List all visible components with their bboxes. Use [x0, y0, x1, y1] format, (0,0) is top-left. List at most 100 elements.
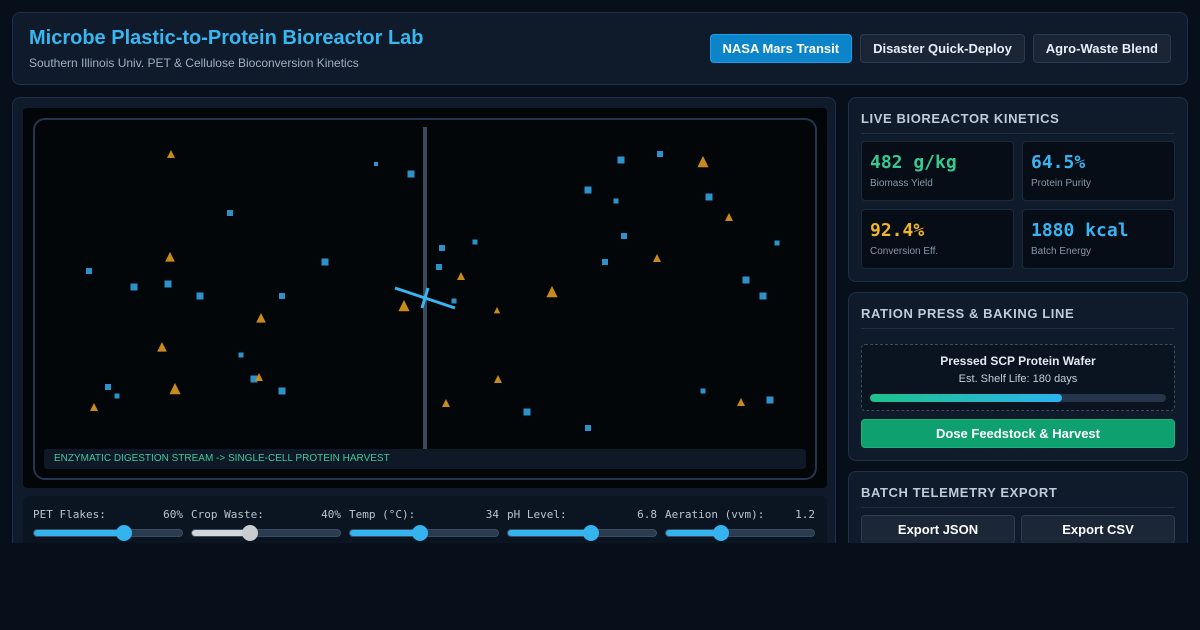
crop-waste-label: Crop Waste:	[191, 508, 264, 521]
crop-waste-slider[interactable]	[191, 525, 341, 541]
pet-particle	[278, 387, 286, 395]
crop-waste-slider-handle[interactable]	[241, 525, 258, 541]
pet-flakes-value: 60%	[163, 508, 183, 521]
pet-particle	[374, 162, 378, 166]
pet-particle	[774, 240, 780, 246]
pet-particle	[436, 264, 442, 270]
ration-title: RATION PRESS & BAKING LINE	[861, 306, 1175, 329]
preset-nasa-mars-transit-button[interactable]: NASA Mars Transit	[709, 34, 853, 63]
crop-waste-control: Crop Waste: 40%	[191, 508, 341, 541]
pet-particle	[617, 156, 625, 164]
cellulose-particle	[653, 254, 661, 262]
pet-particle	[523, 408, 531, 416]
product-card: Pressed SCP Protein Wafer Est. Shelf Lif…	[861, 344, 1175, 411]
conversion-eff-value: 92.4%	[870, 220, 925, 241]
pet-particle	[700, 388, 706, 394]
temp-slider[interactable]	[349, 525, 499, 541]
ph-level-slider[interactable]	[507, 525, 657, 541]
kinetics-panel: LIVE BIOREACTOR KINETICS 482 g/kg Biomas…	[848, 97, 1188, 282]
export-csv-button[interactable]: Export CSV	[1021, 515, 1175, 544]
export-json-button[interactable]: Export JSON	[861, 515, 1015, 544]
pet-particle	[238, 352, 244, 358]
pet-particle	[164, 280, 172, 288]
product-name: Pressed SCP Protein Wafer	[940, 354, 1096, 368]
aeration-label: Aeration (vvm):	[665, 508, 765, 521]
kinetics-title: LIVE BIOREACTOR KINETICS	[861, 111, 1175, 134]
crop-waste-value: 40%	[321, 508, 341, 521]
cellulose-particle	[90, 403, 98, 411]
page-subtitle: Southern Illinois Univ. PET & Cellulose …	[29, 56, 359, 70]
pet-particle	[766, 396, 774, 404]
ph-level-label: pH Level:	[507, 508, 567, 521]
temp-value: 34	[485, 508, 499, 521]
pet-particle	[196, 292, 204, 300]
biomass-yield-label: Biomass Yield	[870, 178, 933, 189]
bioreactor-vessel: ENZYMATIC DIGESTION STREAM -> SINGLE-CEL…	[33, 118, 817, 480]
telemetry-title: BATCH TELEMETRY EXPORT	[861, 485, 1175, 508]
particle-field	[86, 127, 780, 452]
stream-caption: ENZYMATIC DIGESTION STREAM -> SINGLE-CEL…	[44, 449, 806, 469]
cellulose-particle	[398, 300, 410, 312]
pet-particle	[451, 298, 457, 304]
preset-disaster-quick-deploy-button[interactable]: Disaster Quick-Deploy	[860, 34, 1025, 63]
pet-particle	[114, 393, 120, 399]
simulation-panel: ENZYMATIC DIGESTION STREAM -> SINGLE-CEL…	[12, 97, 836, 558]
pet-particle	[407, 170, 415, 178]
pet-particle	[279, 293, 285, 299]
pet-particle	[602, 259, 608, 265]
pet-flakes-control: PET Flakes: 60%	[33, 508, 183, 541]
protein-purity-card: 64.5% Protein Purity	[1022, 141, 1175, 201]
ph-level-value: 6.8	[637, 508, 657, 521]
pet-particle	[584, 186, 592, 194]
cellulose-particle	[457, 272, 465, 280]
cellulose-particle	[169, 383, 181, 395]
temp-slider-handle[interactable]	[411, 525, 428, 541]
cellulose-particle	[493, 307, 501, 314]
pet-particle	[759, 292, 767, 300]
pet-particle	[472, 239, 478, 245]
page-title: Microbe Plastic-to-Protein Bioreactor La…	[29, 27, 424, 49]
aeration-value: 1.2	[795, 508, 815, 521]
bioreactor-canvas: ENZYMATIC DIGESTION STREAM -> SINGLE-CEL…	[23, 108, 827, 488]
pet-particle	[657, 151, 663, 157]
temp-control: Temp (°C): 34	[349, 508, 499, 541]
pet-particle	[621, 233, 627, 239]
cellulose-particle	[157, 342, 167, 352]
cellulose-particle	[725, 213, 733, 221]
app-header: Microbe Plastic-to-Protein Bioreactor La…	[12, 12, 1188, 85]
pet-particle	[585, 425, 591, 431]
pet-particle	[742, 276, 750, 284]
viewport-edge	[0, 543, 1200, 630]
cellulose-particle	[546, 286, 558, 298]
cellulose-particle	[494, 375, 502, 383]
pet-particle	[705, 193, 713, 201]
conversion-eff-label: Conversion Eff.	[870, 246, 939, 257]
biomass-yield-value: 482 g/kg	[870, 152, 957, 173]
cellulose-particle	[256, 313, 266, 323]
shelf-life: Est. Shelf Life: 180 days	[958, 373, 1078, 385]
ph-level-control: pH Level: 6.8	[507, 508, 657, 541]
aeration-slider[interactable]	[665, 525, 815, 541]
cellulose-particle	[165, 252, 175, 262]
cellulose-particle	[737, 398, 745, 406]
ph-level-slider-handle[interactable]	[582, 525, 599, 541]
biomass-yield-card: 482 g/kg Biomass Yield	[861, 141, 1014, 201]
cellulose-particle	[442, 399, 450, 407]
pet-particle	[321, 258, 329, 266]
pet-particle	[105, 384, 111, 390]
aeration-slider-handle[interactable]	[712, 525, 729, 541]
baking-progress-fill	[870, 394, 1063, 402]
aeration-control: Aeration (vvm): 1.2	[665, 508, 815, 541]
pet-particle	[613, 198, 619, 204]
batch-energy-card: 1880 kcal Batch Energy	[1022, 209, 1175, 269]
pet-flakes-label: PET Flakes:	[33, 508, 106, 521]
conversion-eff-card: 92.4% Conversion Eff.	[861, 209, 1014, 269]
protein-purity-value: 64.5%	[1031, 152, 1086, 173]
preset-agro-waste-blend-button[interactable]: Agro-Waste Blend	[1032, 34, 1171, 63]
cellulose-particle	[697, 156, 709, 168]
dose-harvest-button[interactable]: Dose Feedstock & Harvest	[861, 419, 1175, 448]
pet-flakes-slider[interactable]	[33, 525, 183, 541]
pet-flakes-slider-handle[interactable]	[116, 525, 133, 541]
baking-progress-bar	[870, 394, 1166, 402]
pet-particle	[227, 210, 233, 216]
